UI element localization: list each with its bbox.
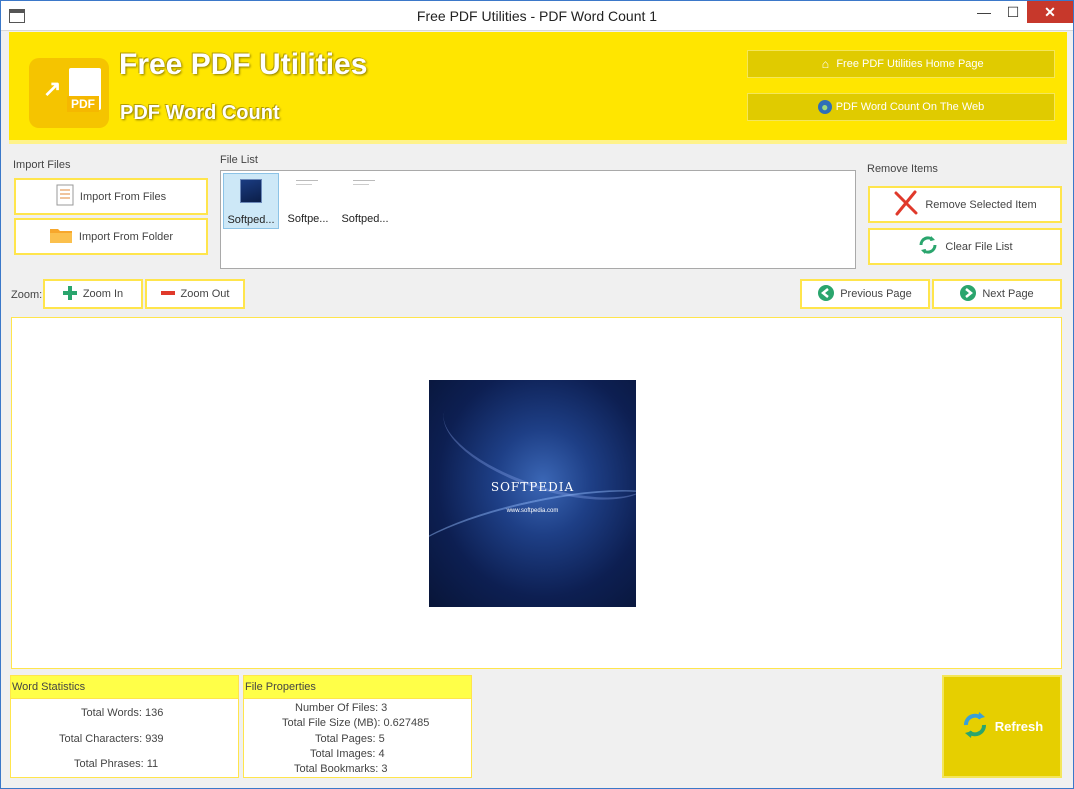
globe-icon: ● <box>817 100 832 114</box>
home-icon: ⌂ <box>821 57 829 71</box>
web-link-label: PDF Word Count On The Web <box>835 101 985 113</box>
import-from-files-button[interactable]: Import From Files <box>14 178 208 215</box>
total-words: Total Words: 136 <box>81 707 164 719</box>
total-bookmarks: Total Bookmarks: 3 <box>294 763 388 775</box>
pdf-page-image: SOFTPEDIA www.softpedia.com <box>429 380 636 607</box>
app-window: Free PDF Utilities - PDF Word Count 1 — … <box>0 0 1074 789</box>
page-brand-text: SOFTPEDIA <box>490 480 575 494</box>
file-thumbnail <box>240 179 262 203</box>
zoom-out-label: Zoom Out <box>180 288 230 300</box>
refresh-icon <box>961 709 989 744</box>
file-properties-header: File Properties <box>244 676 471 699</box>
total-pages: Total Pages: 5 <box>315 733 385 745</box>
page-preview[interactable]: SOFTPEDIA www.softpedia.com <box>11 317 1062 669</box>
folder-icon <box>49 226 73 247</box>
previous-page-button[interactable]: Previous Page <box>800 279 930 309</box>
file-list[interactable]: Softped... Softpe... Softped... <box>220 170 856 269</box>
window-title: Free PDF Utilities - PDF Word Count 1 <box>416 8 658 24</box>
next-page-label: Next Page <box>982 288 1034 300</box>
file-name: Softpe... <box>287 213 329 225</box>
arrow-left-icon <box>818 284 835 304</box>
file-list-item[interactable]: Softpe... <box>280 173 336 229</box>
arrow-right-icon <box>960 284 977 304</box>
minimize-button[interactable]: — <box>969 1 999 23</box>
plus-icon <box>62 285 77 303</box>
total-file-size: Total File Size (MB): 0.627485 <box>282 717 430 729</box>
web-link-button[interactable]: ● PDF Word Count On The Web <box>747 93 1055 121</box>
number-of-files: Number Of Files: 3 <box>295 702 388 714</box>
file-thumbnail <box>353 178 375 202</box>
close-button[interactable]: ✕ <box>1027 1 1073 23</box>
import-files-label: Import Files <box>13 159 71 171</box>
logo-arrow: ↗ <box>43 76 62 101</box>
red-x-icon <box>893 190 919 219</box>
page-url-text: www.softpedia.com <box>506 508 559 514</box>
next-page-button[interactable]: Next Page <box>932 279 1062 309</box>
previous-page-label: Previous Page <box>840 288 912 300</box>
refresh-green-icon <box>917 234 939 259</box>
total-images: Total Images: 4 <box>310 748 385 760</box>
import-from-folder-button[interactable]: Import From Folder <box>14 218 208 255</box>
brand-subtitle: PDF Word Count <box>120 102 280 124</box>
home-page-link-label: Free PDF Utilities Home Page <box>836 58 984 70</box>
remove-selected-item-label: Remove Selected Item <box>925 198 1037 211</box>
title-bar[interactable]: Free PDF Utilities - PDF Word Count 1 — … <box>1 1 1073 31</box>
word-statistics-header: Word Statistics <box>11 676 238 699</box>
word-statistics-panel: Word Statistics Total Words: 136 Total C… <box>10 675 239 778</box>
total-phrases: Total Phrases: 11 <box>74 758 159 770</box>
refresh-button[interactable]: Refresh <box>942 675 1062 778</box>
brand-title: Free PDF Utilities <box>119 48 368 81</box>
maximize-button[interactable]: ☐ <box>999 1 1027 23</box>
file-name: Softped... <box>341 213 389 225</box>
file-list-item[interactable]: Softped... <box>337 173 393 229</box>
refresh-label: Refresh <box>994 719 1044 734</box>
remove-items-label: Remove Items <box>867 163 938 175</box>
file-list-label: File List <box>220 154 258 166</box>
zoom-in-label: Zoom In <box>82 288 124 300</box>
header-banner: ↗ PDF Free PDF Utilities PDF Word Count … <box>9 32 1067 144</box>
pdf-logo-icon: ↗ PDF <box>29 58 109 128</box>
zoom-label: Zoom: <box>11 289 43 301</box>
total-characters: Total Characters: 939 <box>59 733 164 745</box>
clear-file-list-button[interactable]: Clear File List <box>868 228 1062 265</box>
home-page-link-button[interactable]: ⌂ Free PDF Utilities Home Page <box>747 50 1055 78</box>
file-list-item[interactable]: Softped... <box>223 173 279 229</box>
remove-selected-item-button[interactable]: Remove Selected Item <box>868 186 1062 223</box>
zoom-in-button[interactable]: Zoom In <box>43 279 143 309</box>
file-name: Softped... <box>227 214 275 226</box>
file-properties-panel: File Properties Number Of Files: 3 Total… <box>243 675 472 778</box>
logo-pdf-label: PDF <box>67 96 99 112</box>
minus-icon <box>160 286 175 303</box>
file-list-icon <box>56 184 74 209</box>
clear-file-list-label: Clear File List <box>945 240 1013 253</box>
import-from-folder-label: Import From Folder <box>78 230 174 243</box>
import-from-files-label: Import From Files <box>79 190 167 203</box>
file-thumbnail <box>296 178 318 202</box>
zoom-out-button[interactable]: Zoom Out <box>145 279 245 309</box>
